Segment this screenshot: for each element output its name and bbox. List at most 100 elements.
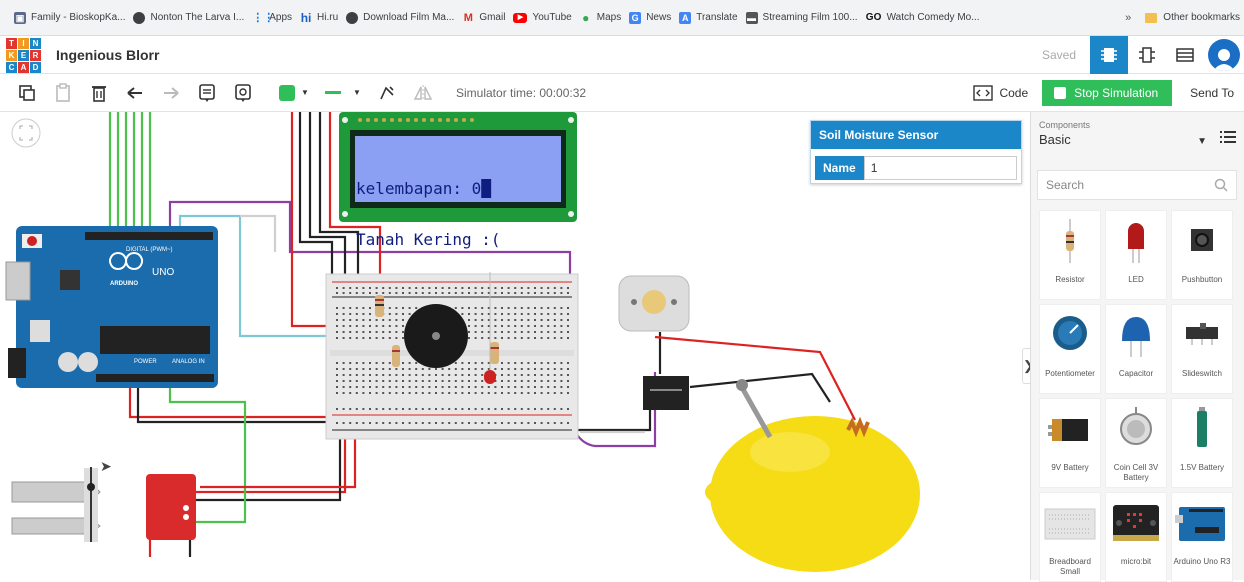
resistor-icon <box>1066 219 1074 263</box>
bookmark-item[interactable]: ● Maps <box>580 12 621 24</box>
list-view-icon[interactable] <box>1220 130 1236 144</box>
breadboard-hole <box>421 392 424 394</box>
component-list-button[interactable] <box>1166 36 1204 74</box>
bookmark-item[interactable]: ▶ YouTube <box>513 12 572 23</box>
breadboard-hole <box>481 287 484 289</box>
circuit-view-button[interactable] <box>1090 35 1128 74</box>
breadboard-hole <box>534 331 536 333</box>
resistor[interactable] <box>490 342 499 364</box>
breadboard-hole <box>395 337 398 339</box>
breadboard-hole <box>342 319 345 321</box>
component-tile[interactable]: Arduino Uno R3 <box>1171 492 1233 582</box>
component-tile[interactable]: LED <box>1105 210 1167 300</box>
schematic-view-button[interactable] <box>1128 36 1166 74</box>
component-tile[interactable]: Resistor <box>1039 210 1101 300</box>
stop-simulation-button[interactable]: Stop Simulation <box>1042 79 1173 106</box>
notes-button[interactable] <box>192 78 222 108</box>
bookmark-item[interactable]: M Gmail <box>462 12 506 24</box>
project-title[interactable]: Ingenious Blorr <box>56 47 159 63</box>
breadboard-hole <box>520 337 523 339</box>
flip-button[interactable] <box>408 78 438 108</box>
bookmark-item[interactable]: G News <box>629 11 671 24</box>
component-tile[interactable]: micro:bit <box>1105 492 1167 582</box>
undo-button[interactable] <box>120 78 150 108</box>
breadboard-hole <box>349 386 352 388</box>
breadboard-hole <box>382 362 385 364</box>
resistor[interactable] <box>375 295 384 317</box>
breadboard-hole <box>355 392 358 394</box>
components-dropdown[interactable]: Components Basic ▼ <box>1039 120 1207 160</box>
component-tile[interactable]: 1.5V Battery <box>1171 398 1233 488</box>
breadboard-hole <box>474 325 477 327</box>
component-list-icon <box>1176 47 1194 62</box>
breadboard-hole <box>494 307 497 309</box>
breadboard-hole <box>514 292 517 294</box>
breadboard-hole <box>494 422 497 424</box>
breadboard-hole <box>507 287 510 289</box>
breadboard-hole <box>567 331 569 333</box>
breadboard-hole <box>415 408 418 410</box>
piezo-buzzer[interactable] <box>404 304 468 368</box>
component-tile[interactable]: Pushbutton <box>1171 210 1233 300</box>
breadboard-hole <box>567 313 569 315</box>
other-bookmarks-folder[interactable]: Other bookmarks <box>1145 12 1244 23</box>
breadboard-hole <box>448 408 451 410</box>
wire-color-picker[interactable]: ▼ <box>274 78 314 108</box>
breadboard-hole <box>560 325 563 327</box>
breadboard-hole <box>507 362 510 364</box>
bookmark-item[interactable]: Download Film Ma... <box>346 11 454 24</box>
led-icon <box>1128 223 1144 263</box>
fit-view-button[interactable] <box>11 118 41 148</box>
breadboard-hole <box>428 392 431 394</box>
paste-button[interactable] <box>48 78 78 108</box>
breadboard-hole <box>349 392 352 394</box>
copy-button[interactable] <box>12 78 42 108</box>
breadboard-hole <box>540 392 543 394</box>
breadboard-hole <box>375 408 378 410</box>
breadboard-hole <box>421 408 424 410</box>
notes-toggle-button[interactable] <box>228 78 258 108</box>
soil-moisture-sensor[interactable] <box>11 467 196 542</box>
wire-type-picker[interactable]: ▼ <box>320 78 366 108</box>
breadboard-hole <box>342 331 345 333</box>
bookmark-item[interactable]: ▬ Streaming Film 100... <box>745 11 858 24</box>
rotate-button[interactable] <box>372 78 402 108</box>
component-tile[interactable]: Potentiometer <box>1039 304 1101 394</box>
component-tile[interactable]: Slideswitch <box>1171 304 1233 394</box>
bookmark-item[interactable]: ⋮⋮ Apps <box>252 12 292 24</box>
lemon[interactable] <box>705 416 920 572</box>
breadboard-hole <box>567 422 569 424</box>
avatar[interactable] <box>1208 38 1240 71</box>
relay-module[interactable] <box>643 376 689 410</box>
redo-button[interactable] <box>156 78 186 108</box>
bookmark-item[interactable]: GO Watch Comedy Mo... <box>866 12 980 24</box>
search-input[interactable]: Search <box>1037 170 1237 200</box>
breadboard-hole <box>349 331 352 333</box>
name-field[interactable]: 1 <box>863 156 1017 180</box>
bookmarks-overflow-button[interactable]: » <box>1119 12 1137 24</box>
bookmark-item[interactable]: hi Hi.ru <box>300 12 338 24</box>
breadboard-hole <box>553 307 556 309</box>
resistor[interactable] <box>392 345 400 367</box>
delete-button[interactable] <box>84 78 114 108</box>
breadboard-hole <box>527 392 530 394</box>
component-tile[interactable]: Coin Cell 3V Battery <box>1105 398 1167 488</box>
bookmark-item[interactable]: Nonton The Larva I... <box>133 11 244 24</box>
tinkercad-logo[interactable]: T I N K E R C A D <box>6 37 42 73</box>
send-to-button[interactable]: Send To <box>1190 86 1234 100</box>
breadboard-hole <box>388 313 391 315</box>
bookmark-item[interactable]: A Translate <box>679 11 738 24</box>
code-button[interactable]: Code <box>973 84 1028 101</box>
breadboard-hole <box>342 313 345 315</box>
breadboard-hole <box>441 408 444 410</box>
component-tile[interactable]: 9V Battery <box>1039 398 1101 488</box>
component-tile[interactable]: Breadboard Small <box>1039 492 1101 582</box>
breadboard-hole <box>336 313 338 315</box>
breadboard-hole <box>435 380 437 382</box>
dc-motor[interactable] <box>618 275 690 332</box>
bookmark-item[interactable]: ▣ Family - BioskopKa... <box>14 11 125 24</box>
zinc-nail-electrode[interactable] <box>736 379 773 439</box>
component-tile[interactable]: Capacitor <box>1105 304 1167 394</box>
breadboard-hole <box>567 307 569 309</box>
breadboard-hole <box>435 386 437 388</box>
